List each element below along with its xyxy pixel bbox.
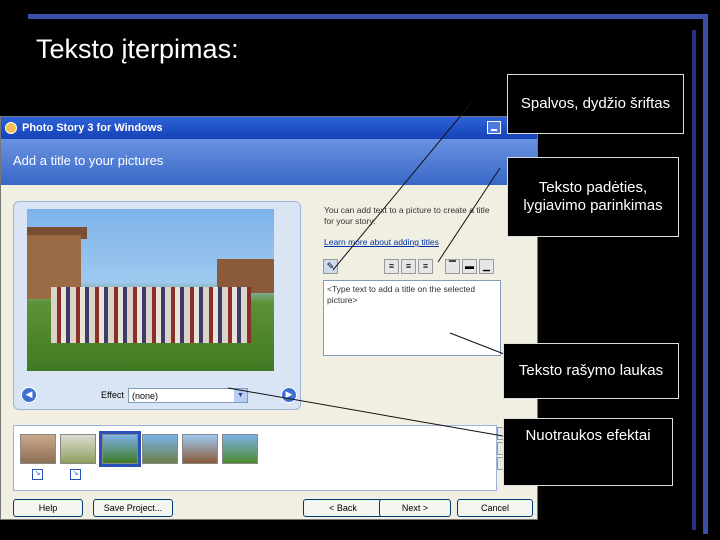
callout-line-font xyxy=(332,101,473,271)
callout-text-field: Teksto rašymo laukas xyxy=(503,343,679,399)
callout-effects: Nuotraukos efektai xyxy=(503,418,673,486)
callout-position: Teksto padėties, lygiavimo parinkimas xyxy=(507,157,679,237)
callout-font: Spalvos, dydžio šriftas xyxy=(507,74,684,134)
callout-line-effects xyxy=(227,387,504,437)
callout-line-text-field xyxy=(449,332,505,355)
callout-line-position xyxy=(437,167,501,263)
